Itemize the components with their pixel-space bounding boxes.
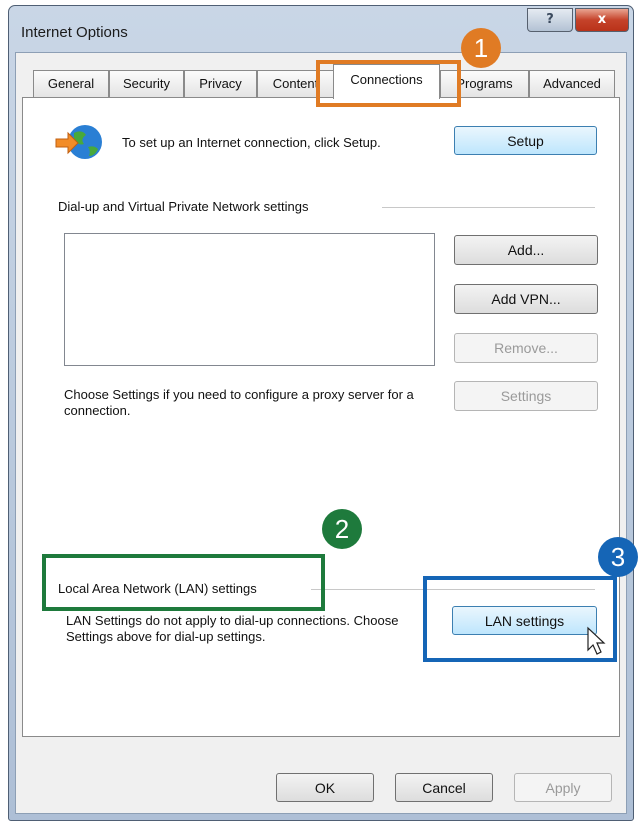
setup-instruction: To set up an Internet connection, click … xyxy=(122,135,381,150)
tab-connections[interactable]: Connections xyxy=(333,64,440,99)
close-button[interactable]: x xyxy=(575,8,629,32)
cancel-button[interactable]: Cancel xyxy=(395,773,493,802)
tab-advanced[interactable]: Advanced xyxy=(529,70,615,97)
window-title: Internet Options xyxy=(21,24,128,41)
setup-button[interactable]: Setup xyxy=(454,126,597,155)
connections-listbox[interactable] xyxy=(64,233,435,366)
dialup-section-label: Dial-up and Virtual Private Network sett… xyxy=(58,199,309,214)
globe-connection-icon xyxy=(55,125,102,159)
remove-button[interactable]: Remove... xyxy=(454,333,598,363)
annotation-box-3 xyxy=(423,576,617,662)
add-vpn-button[interactable]: Add VPN... xyxy=(454,284,598,314)
annotation-badge-2: 2 xyxy=(322,509,362,549)
dialup-divider xyxy=(382,207,595,208)
tab-privacy[interactable]: Privacy xyxy=(184,70,257,97)
add-button[interactable]: Add... xyxy=(454,235,598,265)
annotation-badge-1: 1 xyxy=(461,28,501,68)
help-button[interactable]: ? xyxy=(527,8,573,32)
annotation-box-2 xyxy=(42,554,325,611)
ok-button[interactable]: OK xyxy=(276,773,374,802)
tab-security[interactable]: Security xyxy=(109,70,184,97)
apply-button[interactable]: Apply xyxy=(514,773,612,802)
tab-general[interactable]: General xyxy=(33,70,109,97)
annotation-badge-3: 3 xyxy=(598,537,638,577)
lan-instruction: LAN Settings do not apply to dial-up con… xyxy=(66,613,399,644)
settings-button[interactable]: Settings xyxy=(454,381,598,411)
proxy-instruction: Choose Settings if you need to configure… xyxy=(64,387,414,418)
